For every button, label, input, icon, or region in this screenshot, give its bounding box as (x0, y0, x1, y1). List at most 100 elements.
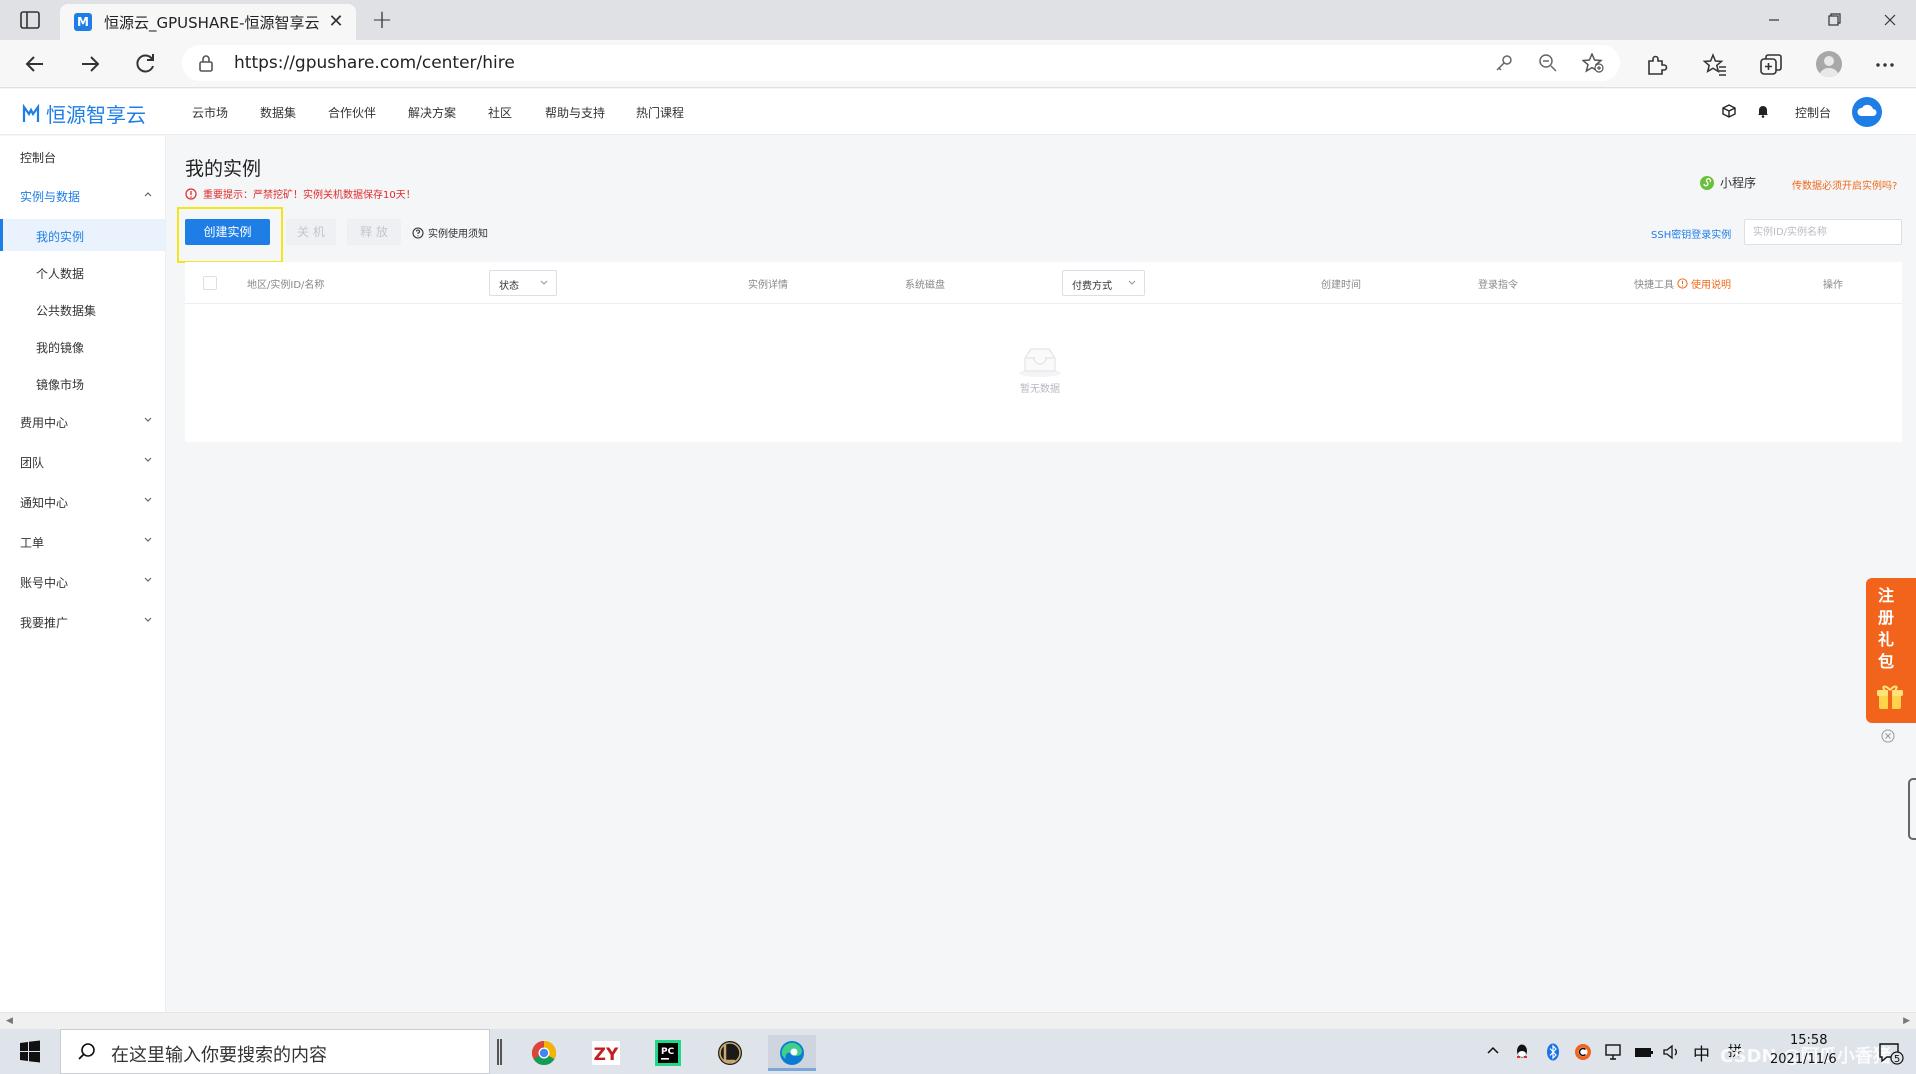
windows-taskbar: 在这里输入你要搜索的内容 ZY PC 中 拼 CSDN @阿瓜小香猪 15:58… (0, 1029, 1916, 1074)
sidebar-item-personal-data[interactable]: 个人数据 (0, 256, 166, 288)
forward-icon[interactable] (76, 50, 104, 78)
lock-icon[interactable] (198, 54, 214, 72)
chrome-icon[interactable] (520, 1035, 568, 1071)
sidebar-item-notifications[interactable]: 通知中心 (0, 485, 166, 517)
gift-close-icon[interactable] (1881, 729, 1895, 743)
nav-help-support[interactable]: 帮助与支持 (545, 104, 605, 121)
gift-char: 礼 (1877, 630, 1894, 649)
user-avatar[interactable] (1852, 97, 1882, 127)
status-filter-select[interactable]: 状态 (489, 270, 557, 296)
clock-time[interactable]: 15:58 (1790, 1033, 1827, 1048)
windows-start-icon[interactable] (0, 1029, 60, 1074)
empty-state: 暂无数据 (995, 344, 1085, 395)
release-button[interactable]: 释 放 (347, 219, 401, 245)
create-instance-button[interactable]: 创建实例 (185, 219, 270, 245)
tools-help-link[interactable]: 使用说明 (1691, 276, 1731, 291)
qq-icon[interactable] (1514, 1043, 1530, 1061)
side-scroll-handle[interactable] (1908, 778, 1916, 840)
tab-close-icon[interactable]: ✕ (326, 12, 346, 32)
nav-partners[interactable]: 合作伙伴 (328, 104, 376, 121)
register-gift-widget[interactable]: 注 册 礼 包 (1866, 578, 1916, 723)
battery-icon[interactable] (1634, 1043, 1654, 1061)
url-text[interactable]: https://gpushare.com/center/hire (234, 53, 515, 73)
sidebar-item-my-instances[interactable]: 我的实例 (0, 219, 166, 251)
miniprogram-label: 小程序 (1720, 176, 1757, 190)
sidebar-item-console[interactable]: 控制台 (0, 140, 166, 172)
gift-widget-text: 注 册 礼 包 (1866, 585, 1906, 673)
site-header: 恒源智享云 云市场 数据集 合作伙伴 解决方案 社区 帮助与支持 热门课程 控制… (0, 89, 1916, 135)
favorites-icon[interactable] (1702, 52, 1728, 78)
pycharm-icon[interactable]: PC (644, 1035, 692, 1071)
sidebar-item-billing[interactable]: 费用中心 (0, 405, 166, 437)
window-close-button[interactable] (1868, 6, 1912, 34)
instance-notes-link[interactable]: 实例使用须知 (412, 225, 488, 240)
payment-filter-select[interactable]: 付费方式 (1062, 270, 1145, 296)
sidebar-item-label: 实例与数据 (20, 190, 81, 204)
nav-courses[interactable]: 热门课程 (636, 104, 684, 121)
tab-actions-icon[interactable] (20, 11, 40, 29)
clock-date[interactable]: 2021/11/6 (1770, 1052, 1837, 1067)
instance-search-input[interactable] (1744, 219, 1902, 245)
horizontal-scrollbar[interactable]: ◀ ▶ (0, 1012, 1916, 1029)
extensions-icon[interactable] (1643, 52, 1669, 78)
cube-icon[interactable] (1722, 104, 1736, 118)
chevron-up-icon[interactable] (1486, 1043, 1500, 1057)
bluetooth-icon[interactable] (1546, 1043, 1560, 1061)
nav-datasets[interactable]: 数据集 (260, 104, 296, 121)
warning-notice-text: 重要提示：严禁挖矿！实例关机数据保存10天！ (203, 190, 416, 201)
collections-icon[interactable] (1758, 52, 1784, 78)
nav-solutions[interactable]: 解决方案 (408, 104, 456, 121)
window-restore-button[interactable] (1812, 6, 1856, 34)
league-icon[interactable] (706, 1035, 754, 1071)
new-tab-button[interactable]: + (368, 6, 396, 34)
sidebar-item-promotion[interactable]: 我要推广 (0, 605, 166, 637)
task-view-icon[interactable] (497, 1039, 502, 1065)
profile-icon[interactable] (1816, 51, 1842, 77)
ssh-login-link[interactable]: SSH密钥登录实例 (1651, 226, 1731, 241)
bell-icon[interactable] (1756, 104, 1770, 118)
header-console-link[interactable]: 控制台 (1795, 104, 1831, 121)
app-tray-icon[interactable] (1574, 1043, 1592, 1061)
add-favorite-icon[interactable] (1582, 53, 1604, 73)
column-header-login: 登录指令 (1478, 280, 1518, 291)
zoom-out-icon[interactable] (1538, 53, 1558, 73)
edge-icon[interactable] (768, 1035, 816, 1071)
sidebar-item-instances-data[interactable]: 实例与数据 (0, 179, 166, 211)
sidebar-item-team[interactable]: 团队 (0, 445, 166, 477)
sidebar-item-my-images[interactable]: 我的镜像 (0, 330, 166, 362)
back-icon[interactable] (21, 50, 49, 78)
miniprogram-link[interactable]: 小程序 (1700, 174, 1756, 191)
svg-text:ZY: ZY (594, 1045, 619, 1065)
volume-icon[interactable] (1662, 1043, 1682, 1061)
network-icon[interactable] (1604, 1043, 1624, 1061)
instance-table: 地区/实例ID/名称 状态 实例详情 系统磁盘 付费方式 创建时间 登录指令 快… (185, 262, 1902, 442)
address-bar[interactable]: https://gpushare.com/center/hire (182, 45, 1620, 81)
nav-cloud-market[interactable]: 云市场 (192, 104, 228, 121)
ime-language-indicator[interactable]: 中 (1693, 1040, 1710, 1065)
scroll-right-icon[interactable]: ▶ (1903, 1016, 1910, 1026)
sidebar-item-tickets[interactable]: 工单 (0, 525, 166, 557)
sidebar-item-label: 通知中心 (20, 496, 69, 510)
site-logo[interactable]: 恒源智享云 (22, 99, 146, 128)
zy-app-icon[interactable]: ZY (582, 1035, 630, 1071)
sidebar-item-account[interactable]: 账号中心 (0, 565, 166, 597)
browser-tab-active[interactable]: M 恒源云_GPUSHARE-恒源智享云 ✕ (60, 4, 356, 40)
refresh-icon[interactable] (131, 50, 159, 78)
page-title: 我的实例 (185, 158, 262, 180)
taskbar-search-box[interactable]: 在这里输入你要搜索的内容 (60, 1029, 490, 1074)
gift-char: 注 (1877, 586, 1894, 605)
key-icon[interactable] (1494, 53, 1514, 73)
shutdown-button[interactable]: 关 机 (286, 219, 336, 245)
more-icon[interactable] (1872, 52, 1898, 78)
sidebar-item-public-datasets[interactable]: 公共数据集 (0, 293, 166, 325)
sidebar-item-image-market[interactable]: 镜像市场 (0, 367, 166, 399)
upload-data-help-link[interactable]: 传数据必须开启实例吗? (1792, 177, 1897, 192)
sidebar-item-label: 公共数据集 (36, 304, 97, 318)
window-minimize-button[interactable] (1752, 6, 1796, 34)
sidebar-item-label: 镜像市场 (36, 378, 85, 392)
select-all-checkbox[interactable] (203, 276, 217, 290)
nav-community[interactable]: 社区 (488, 104, 512, 121)
scroll-left-icon[interactable]: ◀ (6, 1016, 13, 1026)
search-icon (77, 1042, 97, 1062)
notification-center-icon[interactable]: 5 (1878, 1041, 1904, 1065)
